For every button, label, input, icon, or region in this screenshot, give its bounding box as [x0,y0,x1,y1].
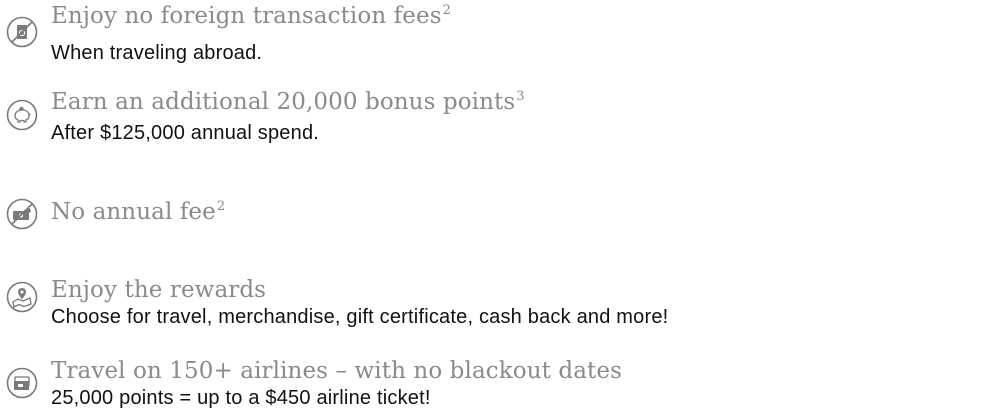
map-pin-icon [6,281,38,313]
benefit-subtitle: When traveling abroad. [51,42,263,64]
benefit-title: No annual fee2 [51,199,226,225]
piggy-bank-icon [6,99,38,131]
benefit-subtitle: 25,000 points = up to a $450 airline tic… [51,387,431,409]
benefit-title: Travel on 150+ airlines – with no blacko… [51,358,622,384]
benefit-subtitle: Choose for travel, merchandise, gift cer… [51,306,669,328]
no-currency-icon [6,16,38,48]
benefit-title: Earn an additional 20,000 bonus points3 [51,89,525,115]
footnote-marker: 2 [442,3,451,18]
benefit-subtitle: After $125,000 annual spend. [51,122,320,144]
benefit-title: Enjoy no foreign transaction fees2 [51,3,451,29]
no-annual-fee-icon [6,198,38,230]
benefit-title: Enjoy the rewards [51,277,267,303]
airline-ticket-icon [6,367,38,399]
footnote-marker: 2 [216,199,226,214]
footnote-marker: 3 [516,89,525,104]
